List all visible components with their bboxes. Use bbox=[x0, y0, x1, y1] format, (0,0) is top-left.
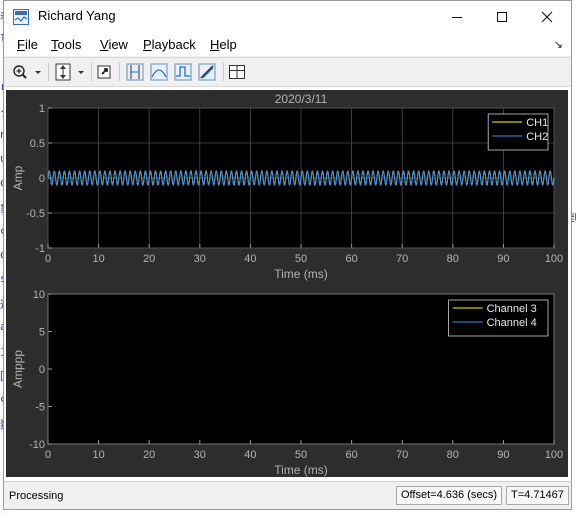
scope-figure: 0 10 20 30 40 50 60 70 80 90 100 1 0.5 0 -0.5 -1 2020/3/… bbox=[6, 90, 568, 477]
x-tick-label: 90 bbox=[497, 253, 509, 265]
x-tick-label: 10 bbox=[92, 449, 104, 461]
x-tick-label: 40 bbox=[244, 253, 256, 265]
maximize-button[interactable] bbox=[479, 1, 525, 32]
x-tick-label: 80 bbox=[447, 253, 459, 265]
cursor-measurements-button[interactable] bbox=[125, 62, 145, 82]
y-tick-label: 0.5 bbox=[30, 138, 45, 150]
x-tick-label: 70 bbox=[396, 253, 408, 265]
menu-tools[interactable]: Tools bbox=[51, 37, 81, 52]
undock-arrow-icon[interactable]: ↘ bbox=[554, 38, 563, 51]
toolbar-separator bbox=[91, 63, 92, 81]
status-text: Processing bbox=[9, 490, 64, 502]
signal-statistics-button[interactable] bbox=[149, 62, 169, 82]
x-tick-label: 30 bbox=[194, 449, 206, 461]
x-tick-label: 10 bbox=[92, 253, 104, 265]
x-axis-label: Time (ms) bbox=[274, 463, 328, 477]
x-tick-label: 20 bbox=[143, 449, 155, 461]
layout-button[interactable] bbox=[227, 62, 247, 82]
title-bar[interactable]: Richard Yang bbox=[4, 1, 571, 32]
bilevel-measurements-button[interactable] bbox=[197, 62, 217, 82]
autoscale-dropdown[interactable] bbox=[53, 62, 87, 82]
legend-label: Channel 4 bbox=[487, 317, 537, 329]
toolbar-separator bbox=[48, 63, 49, 81]
y-tick-label: 0 bbox=[39, 364, 45, 376]
axes-1: 0 10 20 30 40 50 60 70 80 90 100 1 0.5 0 -0.5 -1 2020/3/… bbox=[11, 92, 563, 281]
y-tick-label: -0.5 bbox=[26, 208, 45, 220]
signal-statistics-icon bbox=[150, 63, 168, 81]
legend-label: CH2 bbox=[526, 131, 548, 143]
menu-file[interactable]: File bbox=[17, 37, 38, 52]
window-title: Richard Yang bbox=[38, 8, 116, 23]
close-icon bbox=[541, 11, 553, 22]
layout-icon bbox=[229, 65, 245, 79]
x-axis-label: Time (ms) bbox=[274, 267, 328, 281]
x-tick-label: 70 bbox=[396, 449, 408, 461]
x-tick-label: 60 bbox=[345, 253, 357, 265]
x-tick-label: 80 bbox=[447, 449, 459, 461]
menu-playback[interactable]: Playback bbox=[143, 37, 196, 52]
x-tick-label: 60 bbox=[345, 449, 357, 461]
y-tick-label: 1 bbox=[39, 103, 45, 115]
minimize-icon bbox=[452, 16, 462, 18]
y-tick-label: -10 bbox=[29, 439, 45, 451]
menu-help[interactable]: Help bbox=[210, 37, 237, 52]
x-tick-label: 50 bbox=[295, 449, 307, 461]
autoscale-icon bbox=[55, 63, 84, 81]
bilevel-measurements-icon bbox=[198, 63, 216, 81]
y-tick-label: 0 bbox=[39, 173, 45, 185]
y-tick-label: 5 bbox=[39, 327, 45, 339]
x-tick-label: 100 bbox=[545, 449, 563, 461]
scope-plots: 0 10 20 30 40 50 60 70 80 90 10010.50-0.5-12020/3/… bbox=[11, 92, 563, 477]
time-readout: T=4.71467 bbox=[506, 486, 569, 505]
minimize-button[interactable] bbox=[434, 1, 480, 32]
status-bar: Processing Offset=4.636 (secs) T=4.71467 bbox=[4, 481, 571, 509]
legend-label: CH1 bbox=[526, 117, 548, 129]
peak-finder-button[interactable] bbox=[173, 62, 193, 82]
menu-view[interactable]: View bbox=[100, 37, 128, 52]
app-icon bbox=[13, 9, 29, 25]
close-button[interactable] bbox=[524, 1, 570, 32]
offset-readout: Offset=4.636 (secs) bbox=[396, 486, 503, 505]
restore-layout-icon bbox=[97, 65, 111, 79]
cursor-measurements-icon bbox=[126, 63, 144, 81]
x-tick-label: 90 bbox=[497, 449, 509, 461]
toolbar-separator bbox=[119, 63, 120, 81]
x-tick-label: 20 bbox=[143, 253, 155, 265]
scope-window: Richard Yang File Tools View Playback He… bbox=[3, 0, 572, 510]
x-tick-label: 0 bbox=[45, 253, 51, 265]
zoom-in-icon bbox=[13, 65, 41, 79]
x-tick-label: 40 bbox=[244, 449, 256, 461]
menu-bar: File Tools View Playback Help ↘ bbox=[4, 32, 571, 56]
y-axis-label: Amppp bbox=[11, 350, 25, 388]
y-tick-label: -1 bbox=[35, 243, 45, 255]
plot-title: 2020/3/11 bbox=[275, 92, 328, 106]
peak-finder-icon bbox=[174, 63, 192, 81]
x-tick-label: 0 bbox=[45, 449, 51, 461]
maximize-icon bbox=[497, 11, 507, 22]
toolbar bbox=[4, 57, 571, 87]
y-tick-label: -5 bbox=[35, 402, 45, 414]
zoom-in-dropdown[interactable] bbox=[10, 62, 44, 82]
legend-label: Channel 3 bbox=[487, 303, 537, 315]
x-tick-label: 30 bbox=[194, 253, 206, 265]
y-axis-label: Amp bbox=[11, 165, 25, 190]
toolbar-separator bbox=[223, 63, 224, 81]
x-tick-label: 100 bbox=[545, 253, 563, 265]
y-tick-label: 10 bbox=[33, 289, 45, 301]
scope-display-area: 0 10 20 30 40 50 60 70 80 90 100 1 0.5 0 -0.5 -1 2020/3/… bbox=[4, 87, 571, 481]
axes-2: 0 10 20 30 40 50 60 70 80 90 1001050-5-10Time (ms)… bbox=[11, 289, 563, 477]
restore-layout-button[interactable] bbox=[95, 62, 115, 82]
x-tick-label: 50 bbox=[295, 253, 307, 265]
